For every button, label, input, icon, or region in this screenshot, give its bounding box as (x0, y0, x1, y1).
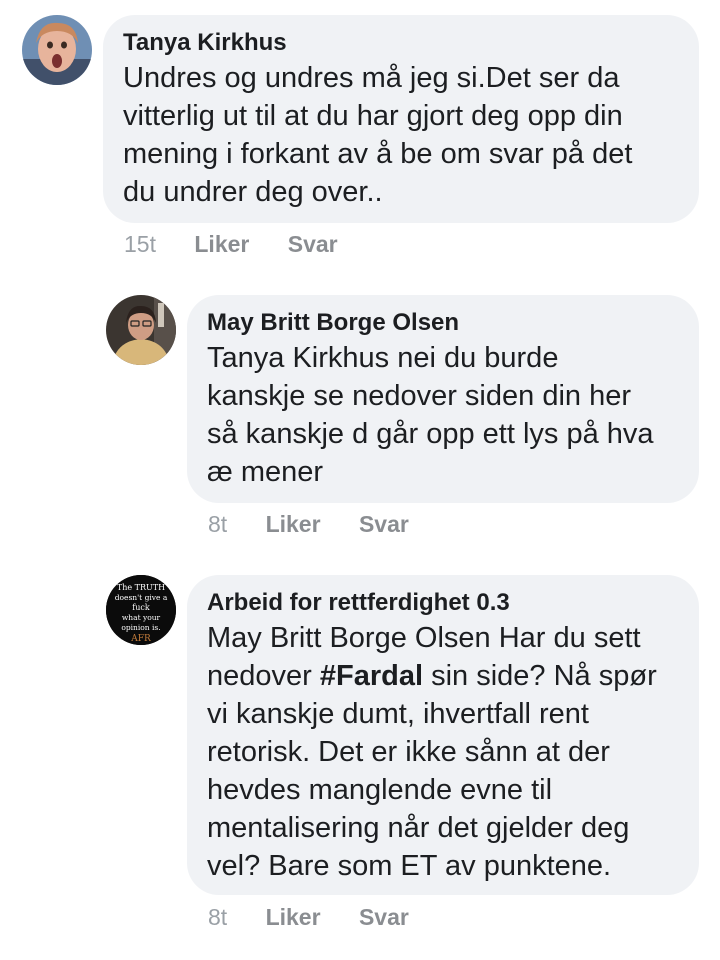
comment-timestamp[interactable]: 15t (124, 230, 156, 258)
hashtag-link[interactable]: #Fardal (320, 660, 423, 692)
svg-text:opinion is.: opinion is. (121, 623, 160, 632)
like-button[interactable]: Liker (194, 230, 249, 258)
comment-timestamp[interactable]: 8t (208, 510, 227, 538)
comment-actions: 8t Liker Svar (208, 510, 409, 538)
comment-bubble: May Britt Borge Olsen Tanya Kirkhus nei … (187, 295, 699, 503)
comment-text-part: sin side? Nå spør vi kanskje dumt, ihver… (207, 660, 657, 882)
svg-text:The TRUTH: The TRUTH (117, 583, 165, 592)
comment-text: May Britt Borge Olsen Har du sett nedove… (207, 619, 679, 885)
comment-bubble: Tanya Kirkhus Undres og undres må jeg si… (103, 15, 699, 223)
user-avatar-icon (22, 15, 92, 85)
svg-text:what your: what your (122, 613, 161, 622)
svg-text:fuck: fuck (132, 603, 150, 612)
comment-author[interactable]: May Britt Borge Olsen (207, 307, 679, 339)
avatar[interactable]: The TRUTH doesn't give a fuck what your … (106, 575, 176, 645)
comment-actions: 15t Liker Svar (124, 230, 338, 258)
like-button[interactable]: Liker (266, 510, 321, 538)
comment-timestamp[interactable]: 8t (208, 903, 227, 931)
comment-text: Tanya Kirkhus nei du burde kanskje se ne… (207, 342, 654, 488)
page-logo-icon: The TRUTH doesn't give a fuck what your … (106, 575, 176, 645)
svg-text:doesn't give a: doesn't give a (115, 593, 168, 602)
reply-button[interactable]: Svar (288, 230, 338, 258)
comment-author[interactable]: Arbeid for rettferdighet 0.3 (207, 587, 679, 619)
avatar[interactable] (106, 295, 176, 365)
reply-button[interactable]: Svar (359, 903, 409, 931)
comment-actions: 8t Liker Svar (208, 903, 409, 931)
comment-text: Undres og undres må jeg si.Det ser da vi… (123, 62, 633, 208)
like-button[interactable]: Liker (266, 903, 321, 931)
reply-button[interactable]: Svar (359, 510, 409, 538)
comment-author[interactable]: Tanya Kirkhus (123, 27, 679, 59)
comment-bubble: Arbeid for rettferdighet 0.3 May Britt B… (187, 575, 699, 895)
user-avatar-icon (106, 295, 176, 365)
avatar[interactable] (22, 15, 92, 85)
svg-text:AFR: AFR (130, 634, 151, 644)
